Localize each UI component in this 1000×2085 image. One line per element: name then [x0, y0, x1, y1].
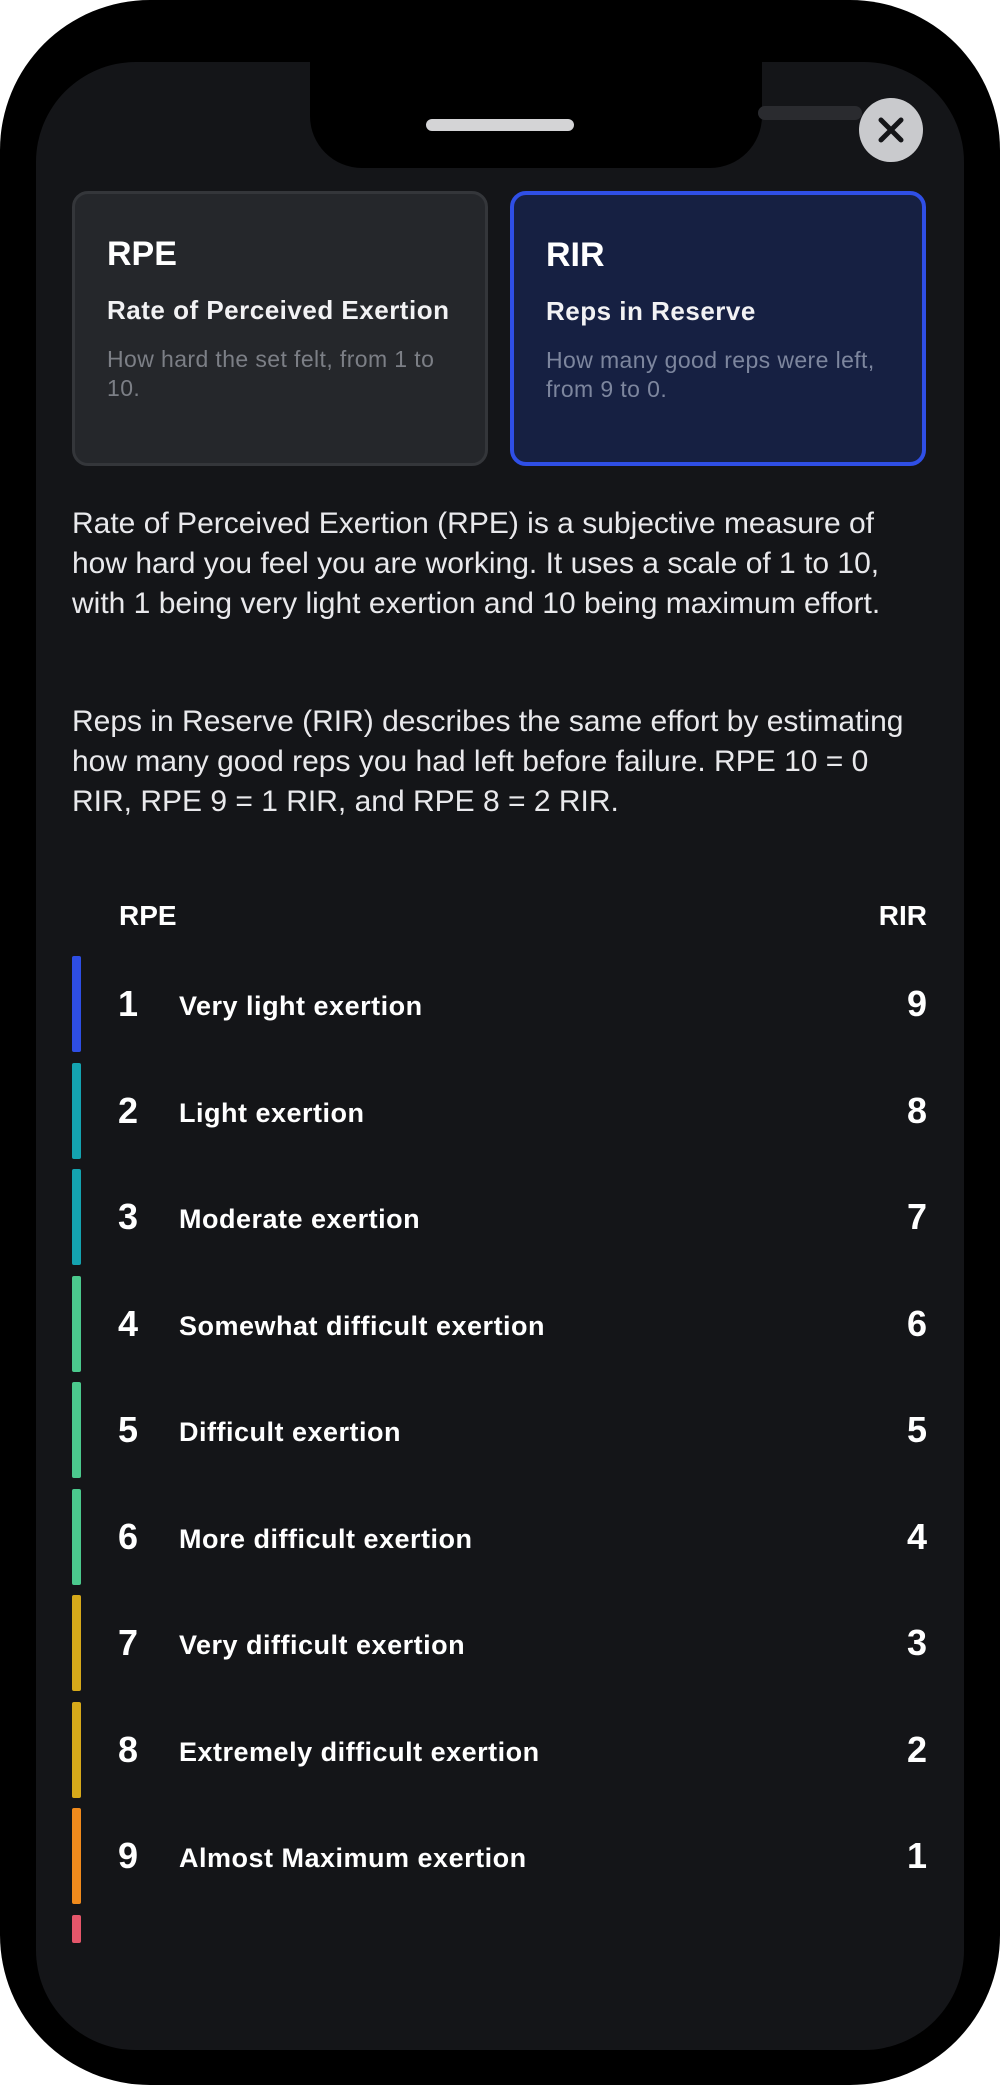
table-row: 4 Somewhat difficult exertion 6	[72, 1275, 927, 1383]
rir-value: 5	[906, 1409, 927, 1450]
rpe-value: 8	[118, 1728, 139, 1770]
rir-value: 6	[906, 1302, 927, 1344]
rir-value: 7	[906, 1196, 927, 1237]
exertion-label: Very light exertion	[179, 991, 423, 1021]
rir-value: 8	[906, 1089, 927, 1131]
scale-table-header: RPE RIR	[72, 900, 927, 940]
rir-value: 2	[906, 1728, 927, 1770]
exertion-label: Moderate exertion	[179, 1204, 421, 1234]
rpe-value: 7	[118, 1622, 139, 1663]
exertion-label: Almost Maximum exertion	[179, 1843, 527, 1873]
card-abbreviation: RIR	[546, 236, 605, 274]
rir-option-card[interactable]: RIR Reps in Reserve How many good reps w…	[510, 191, 926, 466]
table-row: 7 Very difficult exertion 3	[72, 1595, 927, 1702]
rpe-value: 6	[118, 1515, 139, 1557]
close-button[interactable]	[859, 98, 923, 162]
rpe-value: 3	[118, 1196, 139, 1237]
rir-value: 1	[906, 1835, 927, 1876]
exertion-label: Extremely difficult exertion	[179, 1736, 540, 1767]
rpe-option-card[interactable]: RPE Rate of Perceived Exertion How hard …	[72, 191, 488, 466]
phone-frame: RPE Rate of Perceived Exertion How hard …	[0, 0, 1000, 2085]
intensity-color-bar	[72, 1062, 81, 1159]
intensity-color-bar	[72, 956, 81, 1052]
rpe-value: 5	[118, 1409, 139, 1450]
rpe-value: 9	[118, 1835, 139, 1876]
rir-value: 9	[906, 983, 927, 1024]
exertion-label: More difficult exertion	[179, 1523, 473, 1554]
speaker-grille	[758, 106, 862, 120]
intensity-color-bar	[72, 1701, 81, 1798]
rpe-value: 2	[118, 1089, 139, 1131]
table-row: 5 Difficult exertion 5	[72, 1382, 927, 1489]
intensity-color-bar	[72, 1275, 81, 1372]
device-notch	[310, 62, 904, 168]
intensity-color-bar	[72, 1169, 81, 1265]
intensity-color-bar	[72, 1382, 81, 1478]
card-title: Rate of Perceived Exertion	[107, 295, 450, 325]
card-description: How hard the set felt, from 1 to 10.	[107, 346, 435, 401]
exertion-label: Very difficult exertion	[179, 1630, 466, 1660]
rir-explanation-paragraph: Reps in Reserve (RIR) describes the same…	[72, 705, 904, 818]
table-row: 8 Extremely difficult exertion 2	[72, 1701, 927, 1809]
rpe-column-header: RPE	[119, 900, 177, 931]
exertion-label: Somewhat difficult exertion	[179, 1310, 546, 1341]
table-row: 6 More difficult exertion 4	[72, 1488, 927, 1596]
exertion-label: Difficult exertion	[179, 1417, 402, 1447]
exertion-label: Light exertion	[179, 1097, 365, 1128]
table-row: 2 Light exertion 8	[72, 1062, 927, 1170]
rpe-value: 1	[118, 983, 139, 1024]
table-row-partial	[72, 1914, 927, 1945]
card-description: How many good reps were left, from 9 to …	[546, 347, 875, 402]
rpe-value: 4	[118, 1302, 139, 1344]
intensity-color-bar	[72, 1488, 81, 1585]
table-row: 9 Almost Maximum exertion 1	[72, 1808, 927, 1915]
intensity-color-bar	[72, 1595, 81, 1691]
rir-value: 3	[906, 1622, 927, 1663]
sheet-grabber-handle[interactable]	[426, 119, 574, 131]
card-title: Reps in Reserve	[546, 296, 756, 326]
card-abbreviation: RPE	[107, 235, 177, 273]
intensity-color-bar	[72, 1808, 81, 1904]
rir-column-header: RIR	[878, 900, 927, 931]
close-icon	[878, 117, 904, 143]
rir-value: 4	[906, 1515, 927, 1557]
intensity-color-bar	[72, 1914, 81, 1943]
scale-table: 1 Very light exertion 9 2 Light exertion…	[72, 956, 927, 1945]
table-row: 3 Moderate exertion 7	[72, 1169, 927, 1276]
rpe-explanation-paragraph: Rate of Perceived Exertion (RPE) is a su…	[72, 507, 881, 620]
table-row: 1 Very light exertion 9	[72, 956, 927, 1063]
